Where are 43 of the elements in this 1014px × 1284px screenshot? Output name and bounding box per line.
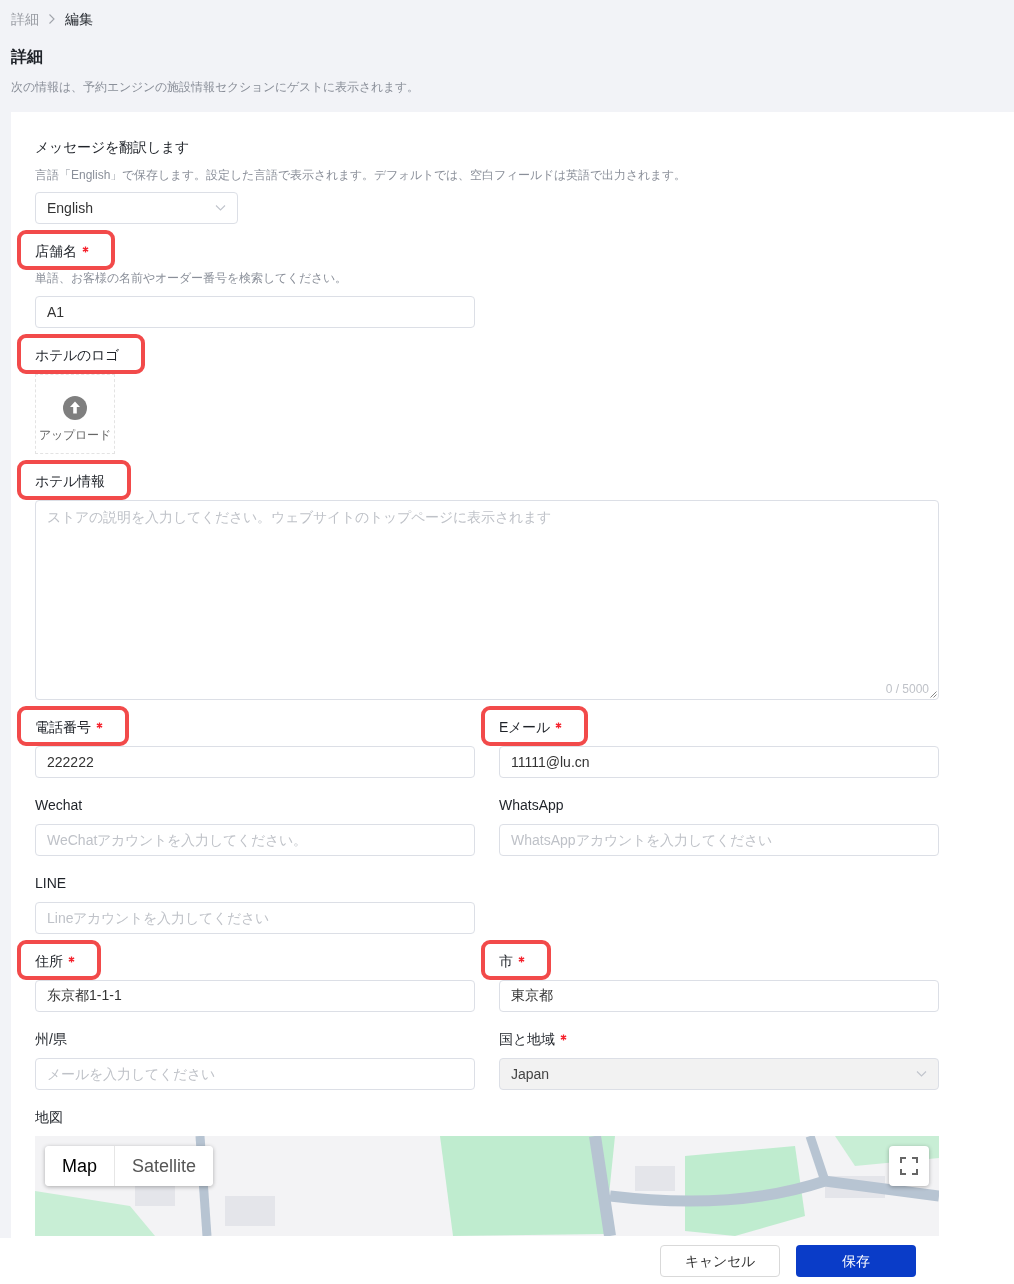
input-field[interactable]: 東京都 [499, 980, 939, 1012]
field-label: 電話番号 [35, 718, 91, 737]
field-label: Wechat [35, 796, 83, 815]
input-field[interactable]: メールを入力してください [35, 1058, 475, 1090]
input-field[interactable]: WeChatアカウントを入力してください。 [35, 824, 475, 856]
select-field: Japan [499, 1058, 939, 1090]
field-hint: 単語、お客様の名前やオーダー番号を検索してください。 [35, 270, 347, 286]
input-field[interactable]: Lineアカウントを入力してください [35, 902, 475, 934]
field-label: ホテル情報 [35, 472, 105, 491]
field-label: 州/県 [35, 1030, 67, 1049]
page-description: 次の情報は、予約エンジンの施設情報セクションにゲストに表示されます。 [11, 79, 419, 96]
character-counter: 0 / 5000 [885, 681, 929, 697]
section-hint: 言語「English」で保存します。設定した言語で表示されます。デフォルトでは、空白フィールドは英語で出力されます。 [35, 167, 687, 184]
save-button[interactable]: 保存 [796, 1245, 916, 1277]
input-field[interactable]: 222222 [35, 746, 475, 778]
section-label: メッセージを翻訳します [35, 138, 189, 157]
chevron-right-icon [49, 14, 55, 24]
field-label: Eメール [499, 718, 551, 737]
upload-button[interactable]: アップロード [35, 374, 115, 454]
chevron-down-icon [215, 205, 226, 211]
map-type-tab[interactable]: Map [45, 1146, 114, 1186]
page-title: 詳細 [11, 47, 43, 67]
upload-icon [63, 396, 87, 420]
fullscreen-icon [900, 1157, 918, 1175]
field-label: 住所 [35, 952, 63, 971]
fullscreen-button[interactable] [889, 1146, 929, 1186]
cancel-button[interactable]: キャンセル [660, 1245, 780, 1277]
input-field[interactable]: WhatsAppアカウントを入力してください [499, 824, 939, 856]
input-field[interactable]: 11111@lu.cn [499, 746, 939, 778]
input-field[interactable]: A1 [35, 296, 475, 328]
field-label: LINE [35, 874, 67, 893]
field-label: ホテルのロゴ [35, 346, 119, 365]
field-label: 店舗名 [35, 242, 77, 261]
language-select[interactable]: English [35, 192, 238, 224]
input-field[interactable]: 东京都1-1-1 [35, 980, 475, 1012]
field-label: 地図 [35, 1108, 63, 1127]
field-label: WhatsApp [499, 796, 564, 815]
map-type-tab[interactable]: Satellite [114, 1146, 214, 1186]
breadcrumb-item: 編集 [65, 10, 93, 29]
field-label: 国と地域 [499, 1030, 555, 1049]
field-label: 市 [499, 952, 513, 971]
chevron-down-icon [916, 1071, 927, 1077]
resize-grip-icon [930, 691, 937, 698]
